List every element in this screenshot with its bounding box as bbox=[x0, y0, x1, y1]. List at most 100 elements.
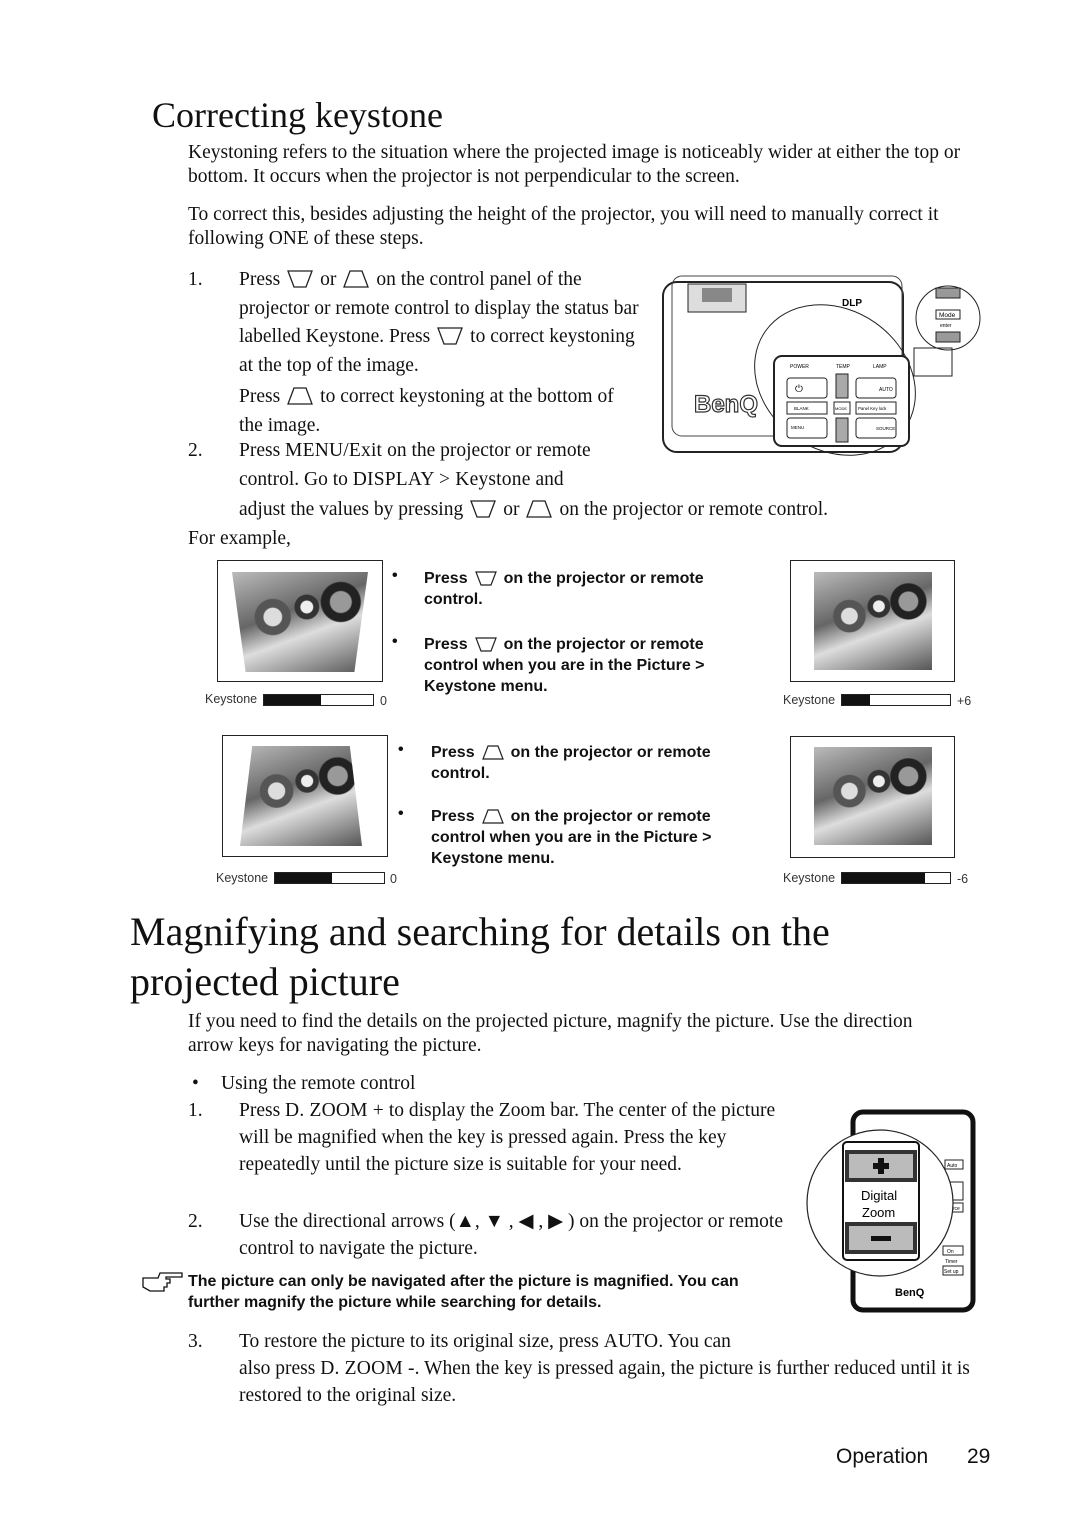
keystone-label: Keystone bbox=[783, 871, 836, 885]
example-instruction: Press on the projector or remote control … bbox=[424, 634, 754, 697]
keystone-bar bbox=[263, 694, 374, 706]
page-number: 29 bbox=[967, 1445, 991, 1468]
example-instruction: Press on the projector or remote control … bbox=[431, 806, 766, 869]
keystone-bar-fill bbox=[275, 873, 332, 883]
keystone-label: Keystone bbox=[783, 693, 836, 707]
step-text: . You can bbox=[658, 1331, 731, 1352]
mode-button-label: MODE bbox=[835, 406, 847, 411]
panel-key-lock-label: Panel Key lock bbox=[858, 406, 887, 411]
keystone-label: Keystone bbox=[205, 692, 258, 706]
bullet-dot: • bbox=[392, 633, 398, 650]
note-text: The picture can only be navigated after … bbox=[188, 1273, 739, 1311]
step-text: adjust the values by pressing bbox=[239, 499, 464, 520]
keystone-up-key-icon bbox=[343, 270, 370, 288]
keystone-example-picture bbox=[790, 560, 955, 682]
example-instruction: Press on the projector or remote control. bbox=[431, 742, 766, 784]
bullet-dot: • bbox=[392, 567, 398, 584]
instruction-text: Press bbox=[431, 808, 475, 825]
bullet-text: Using the remote control bbox=[221, 1073, 416, 1094]
brand-logo: BenQ bbox=[895, 1287, 925, 1299]
step-number: 3. bbox=[188, 1331, 203, 1352]
step-2: Press MENU/Exit on the projector or remo… bbox=[239, 437, 644, 494]
keystone-down-key-icon bbox=[287, 270, 314, 288]
blank-button-label: BLANK bbox=[794, 406, 809, 411]
keystone-up-key-icon bbox=[526, 500, 553, 518]
step-text: also press bbox=[239, 1358, 321, 1379]
power-label: POWER bbox=[790, 364, 809, 370]
instruction-text: Press bbox=[424, 570, 468, 587]
key-name: AUTO bbox=[603, 1331, 659, 1352]
keystone-up-key-icon bbox=[287, 387, 314, 405]
keystone-value: +6 bbox=[957, 694, 972, 708]
step-text: on the projector or remote control. bbox=[559, 499, 829, 520]
menu-button-label: MENU bbox=[791, 425, 804, 430]
menu-key-name: MENU/Exit bbox=[285, 440, 383, 461]
step-text: Press bbox=[239, 269, 281, 290]
keystone-up-key-icon bbox=[481, 809, 504, 824]
projector-control-panel-illustration: DLP BenQ POWER TEMP LAMP ⏻ AUTO BLANK MO… bbox=[662, 275, 981, 456]
keystone-bar-fill bbox=[264, 695, 321, 705]
keystone-example-picture bbox=[217, 560, 383, 682]
brand-logo: BenQ bbox=[694, 391, 758, 418]
example-instruction: Press on the projector or remote control. bbox=[424, 568, 754, 610]
step-2: Use the directional arrows (▲, ▼ , ◀ , ▶… bbox=[239, 1211, 784, 1259]
keystone-bar bbox=[274, 872, 385, 884]
pointing-hand-icon bbox=[142, 1272, 183, 1292]
temp-label: TEMP bbox=[836, 364, 851, 370]
step-3-continued: also press D. ZOOM -. When the key is pr… bbox=[239, 1355, 979, 1409]
remote-digital-zoom-illustration: Auto Source On Timer Set up BenQ Digital… bbox=[806, 1109, 976, 1313]
section-title-line: Magnifying and searching for details on … bbox=[130, 909, 830, 954]
key-name: D. ZOOM + bbox=[285, 1100, 384, 1121]
step-1: Press or on the control panel of the proje… bbox=[239, 266, 639, 380]
digital-zoom-label: Digital bbox=[861, 1188, 897, 1203]
digital-zoom-label: Zoom bbox=[862, 1205, 895, 1220]
section-title: Correcting keystone bbox=[152, 95, 443, 135]
intro-paragraph: If you need to find the details on the p… bbox=[188, 1011, 913, 1056]
auto-button-label: AUTO bbox=[879, 387, 893, 393]
step-text: Press bbox=[239, 440, 286, 461]
section-title-line: projected picture bbox=[130, 959, 400, 1004]
timer-label: Timer bbox=[945, 1259, 958, 1265]
lamp-label: LAMP bbox=[873, 364, 887, 370]
step-number: 2. bbox=[188, 1211, 203, 1232]
keystone-down-key-icon bbox=[437, 327, 464, 345]
step-number: 1. bbox=[188, 1100, 203, 1121]
step-2-continued: adjust the values by pressing or on the pr… bbox=[239, 496, 999, 525]
step-text: Press bbox=[239, 386, 281, 407]
remote-mode-button-label: Mode bbox=[939, 312, 956, 319]
intro-paragraph: To correct this, besides adjusting the h… bbox=[188, 204, 939, 249]
menu-path: DISPLAY > Keystone bbox=[352, 468, 531, 490]
keystone-up-key-icon bbox=[481, 745, 504, 760]
keystone-example-picture bbox=[222, 735, 388, 857]
footer-section-name: Operation bbox=[836, 1445, 929, 1468]
keystone-down-key-icon bbox=[474, 571, 497, 586]
intro-paragraph: Keystoning refers to the situation where… bbox=[188, 142, 961, 187]
step-text: or bbox=[503, 499, 520, 520]
keystone-value: -6 bbox=[957, 872, 969, 886]
keystone-bar bbox=[841, 872, 951, 884]
keystone-example-picture bbox=[790, 736, 955, 858]
step-1-continued: Press to correct keystoning at the bottom… bbox=[239, 383, 619, 440]
keystone-down-key-icon bbox=[474, 637, 497, 652]
keystone-down-key-icon bbox=[470, 500, 497, 518]
source-button-label: SOURCE bbox=[876, 426, 895, 431]
step-3: To restore the picture to its original s… bbox=[239, 1328, 799, 1355]
auto-button-label: Auto bbox=[947, 1163, 958, 1169]
bullet-dot: • bbox=[192, 1073, 199, 1094]
power-icon: ⏻ bbox=[795, 384, 803, 395]
enter-label: enter bbox=[940, 323, 952, 329]
keystone-bar-fill bbox=[842, 695, 871, 705]
on-button-label: On bbox=[947, 1249, 954, 1255]
step-text: or bbox=[320, 269, 337, 290]
setup-button-label: Set up bbox=[944, 1269, 959, 1275]
step-1: Press D. ZOOM + to display the Zoom bar.… bbox=[239, 1097, 784, 1178]
keystone-label: Keystone bbox=[216, 871, 269, 885]
step-number: 1. bbox=[188, 269, 203, 290]
step-text: To restore the picture to its original s… bbox=[239, 1331, 604, 1352]
instruction-text: Press bbox=[431, 744, 475, 761]
keystone-value: 0 bbox=[380, 694, 387, 708]
key-name: D. ZOOM - bbox=[320, 1358, 415, 1379]
for-example-heading: For example, bbox=[188, 528, 291, 549]
keystone-bar-fill bbox=[842, 873, 926, 883]
bullet-dot: • bbox=[398, 805, 404, 822]
